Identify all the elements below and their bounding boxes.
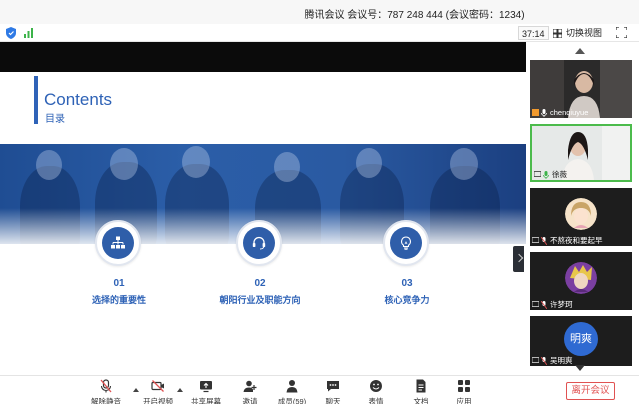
item-3-icon-circle [383,220,429,266]
title-bar: 腾讯会议 会议号：787 248 444 (会议密码：1234) [0,0,639,24]
bottom-toolbar: 解除静音 开启视频 共享屏幕 邀请 成员(59) 聊天 表情 文档 应用 离开会… [0,375,639,404]
muted-microphone-icon [541,357,547,365]
meeting-title: 腾讯会议 会议号：787 248 444 (会议密码：1234) [304,10,525,21]
participant-tile[interactable]: chenqiuyue [530,60,632,118]
speaking-microphone-icon [543,171,549,179]
emoji-icon [370,380,382,392]
invite-button[interactable]: 邀请 [230,379,270,404]
chat-icon [327,381,339,392]
invite-label: 邀请 [242,397,258,404]
unmute-button[interactable]: 解除静音 [86,379,126,404]
reactions-button[interactable]: 表情 [356,379,396,404]
status-row: 37:14 切换视图 [0,24,639,42]
meeting-window: 腾讯会议 会议号：787 248 444 (会议密码：1234) 37:14 切… [0,0,639,404]
org-chart-icon [111,236,125,249]
switch-view-label: 切换视图 [566,28,603,38]
signal-icon[interactable] [24,28,36,38]
screen-share-icon [532,357,539,363]
participant-namebar: 徐薇 [532,169,630,180]
scroll-up-arrow-icon[interactable] [575,48,585,54]
participant-gallery: chenqiuyue 徐薇 不熬夜和要起早 许梦珂 明爽 吴明爽 [526,42,639,375]
participant-name: 吴明爽 [550,356,573,365]
muted-microphone-icon [541,237,547,245]
participant-name: 许梦珂 [550,300,573,309]
apps-label: 应用 [456,397,472,404]
apps-button[interactable]: 应用 [444,379,484,404]
participant-name: 不熬夜和要起早 [550,236,603,245]
slide-title: Contents [44,90,113,109]
leave-meeting-button[interactable]: 离开会议 [566,382,615,400]
apps-grid-icon [458,380,470,392]
document-icon [416,379,426,393]
participant-tile[interactable]: 不熬夜和要起早 [530,188,632,246]
participant-tile[interactable]: 明爽 吴明爽 [530,316,632,366]
item-2-number: 02 [254,278,266,289]
meeting-timer: 37:14 [518,26,549,40]
participant-tile-active[interactable]: 徐薇 [530,124,632,182]
slide-subtitle: 目录 [45,114,65,125]
microphone-icon [541,109,547,117]
start-video-button[interactable]: 开启视频 [138,379,178,404]
title-accent-bar [34,76,38,124]
item-3-number: 03 [401,278,413,289]
share-screen-icon [200,381,212,393]
members-label: 成员(59) [277,397,307,404]
presentation-slide: Contents 目录 01 选择的重要性 02 朝阳行业及职能方向 03 核心… [0,72,526,374]
lightbulb-icon [401,236,411,250]
shield-icon[interactable] [6,27,16,39]
participant-namebar: 不熬夜和要起早 [530,235,632,246]
participant-avatar-text: 明爽 [564,322,598,356]
members-icon [286,380,298,393]
participant-avatar [565,198,597,230]
participant-namebar: 许梦珂 [530,299,632,310]
grid-icon [553,29,562,38]
item-1-label: 选择的重要性 [91,295,146,305]
item-2-label: 朝阳行业及职能方向 [219,295,301,305]
reactions-label: 表情 [368,397,384,404]
participant-name: 徐薇 [552,170,567,179]
switch-view-button[interactable]: 切换视图 [553,26,602,40]
muted-microphone-icon [100,379,112,393]
video-off-icon [151,380,164,392]
item-2-icon-circle [236,220,282,266]
video-options-caret-icon[interactable] [177,388,183,392]
screen-share-icon [532,301,539,307]
start-video-label: 开启视频 [143,397,173,404]
participant-avatar [565,262,597,294]
muted-microphone-icon [541,301,547,309]
share-screen-button[interactable]: 共享屏幕 [186,379,226,404]
participant-name: chenqiuyue [550,108,589,117]
item-1-number: 01 [113,278,125,289]
chat-button[interactable]: 聊天 [313,379,353,404]
share-screen-label: 共享屏幕 [191,397,221,404]
participant-namebar: chenqiuyue [530,107,632,118]
headset-icon [252,236,266,250]
documents-label: 文档 [413,397,429,404]
scroll-down-arrow-icon[interactable] [575,365,585,371]
host-icon [532,109,539,116]
members-button[interactable]: 成员(59) [272,379,312,404]
invite-user-icon [243,380,257,392]
fullscreen-icon[interactable] [616,27,627,38]
shared-screen: Contents 目录 01 选择的重要性 02 朝阳行业及职能方向 03 核心… [0,42,526,374]
screen-share-icon [532,237,539,243]
participant-tile[interactable]: 许梦珂 [530,252,632,310]
next-slide-tab[interactable] [513,246,524,272]
item-3-label: 核心竞争力 [384,295,430,305]
chat-label: 聊天 [325,397,341,404]
screen-share-icon [534,171,541,177]
documents-button[interactable]: 文档 [401,379,441,404]
item-1-icon-circle [95,220,141,266]
unmute-label: 解除静音 [91,397,121,404]
